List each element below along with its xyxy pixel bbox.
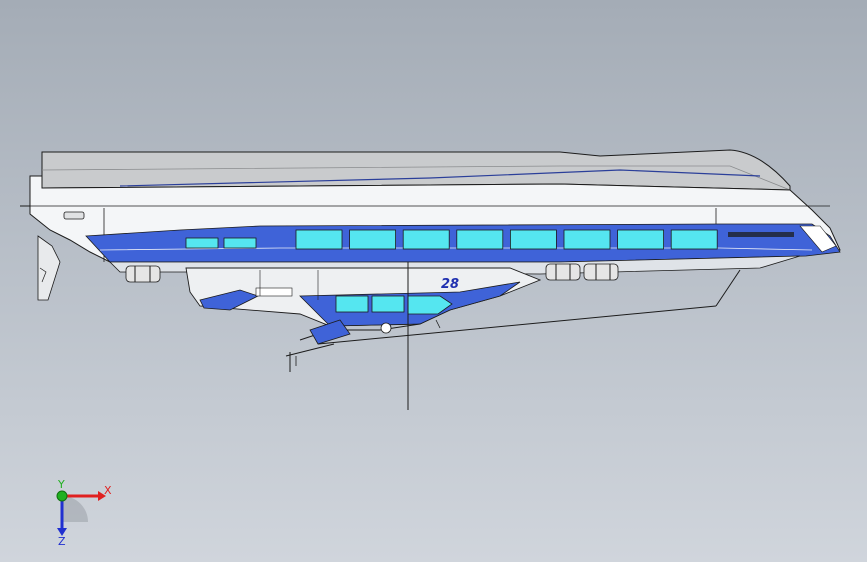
- window: [185, 237, 219, 249]
- keel-window: [335, 295, 369, 313]
- hull-number-label: 28: [441, 277, 459, 292]
- window: [670, 229, 718, 250]
- bow-hatch: [63, 211, 85, 220]
- window: [223, 237, 257, 249]
- hydrofoil-struts: [285, 319, 441, 372]
- window: [349, 229, 397, 250]
- lower-keel-module[interactable]: 28: [185, 267, 542, 327]
- y-axis-label: Y: [57, 478, 65, 491]
- keel-window: [371, 295, 405, 313]
- landing-gear-left: [125, 265, 161, 283]
- bow-name-mark: [728, 232, 794, 237]
- keel-vent: [255, 287, 293, 297]
- window: [456, 229, 504, 250]
- window: [509, 229, 557, 250]
- coordinate-triad: X Y Z: [56, 478, 112, 548]
- window: [617, 229, 664, 250]
- z-axis-label: Z: [58, 535, 66, 548]
- window: [563, 229, 611, 250]
- ship-model-canvas[interactable]: 28 X Y Z: [0, 0, 867, 562]
- graphics-viewport[interactable]: 28 X Y Z: [0, 0, 867, 562]
- ship-roof[interactable]: [41, 149, 791, 191]
- window: [402, 229, 450, 250]
- y-axis-marker: [56, 490, 68, 502]
- window: [295, 229, 343, 250]
- x-axis-label: X: [104, 484, 112, 497]
